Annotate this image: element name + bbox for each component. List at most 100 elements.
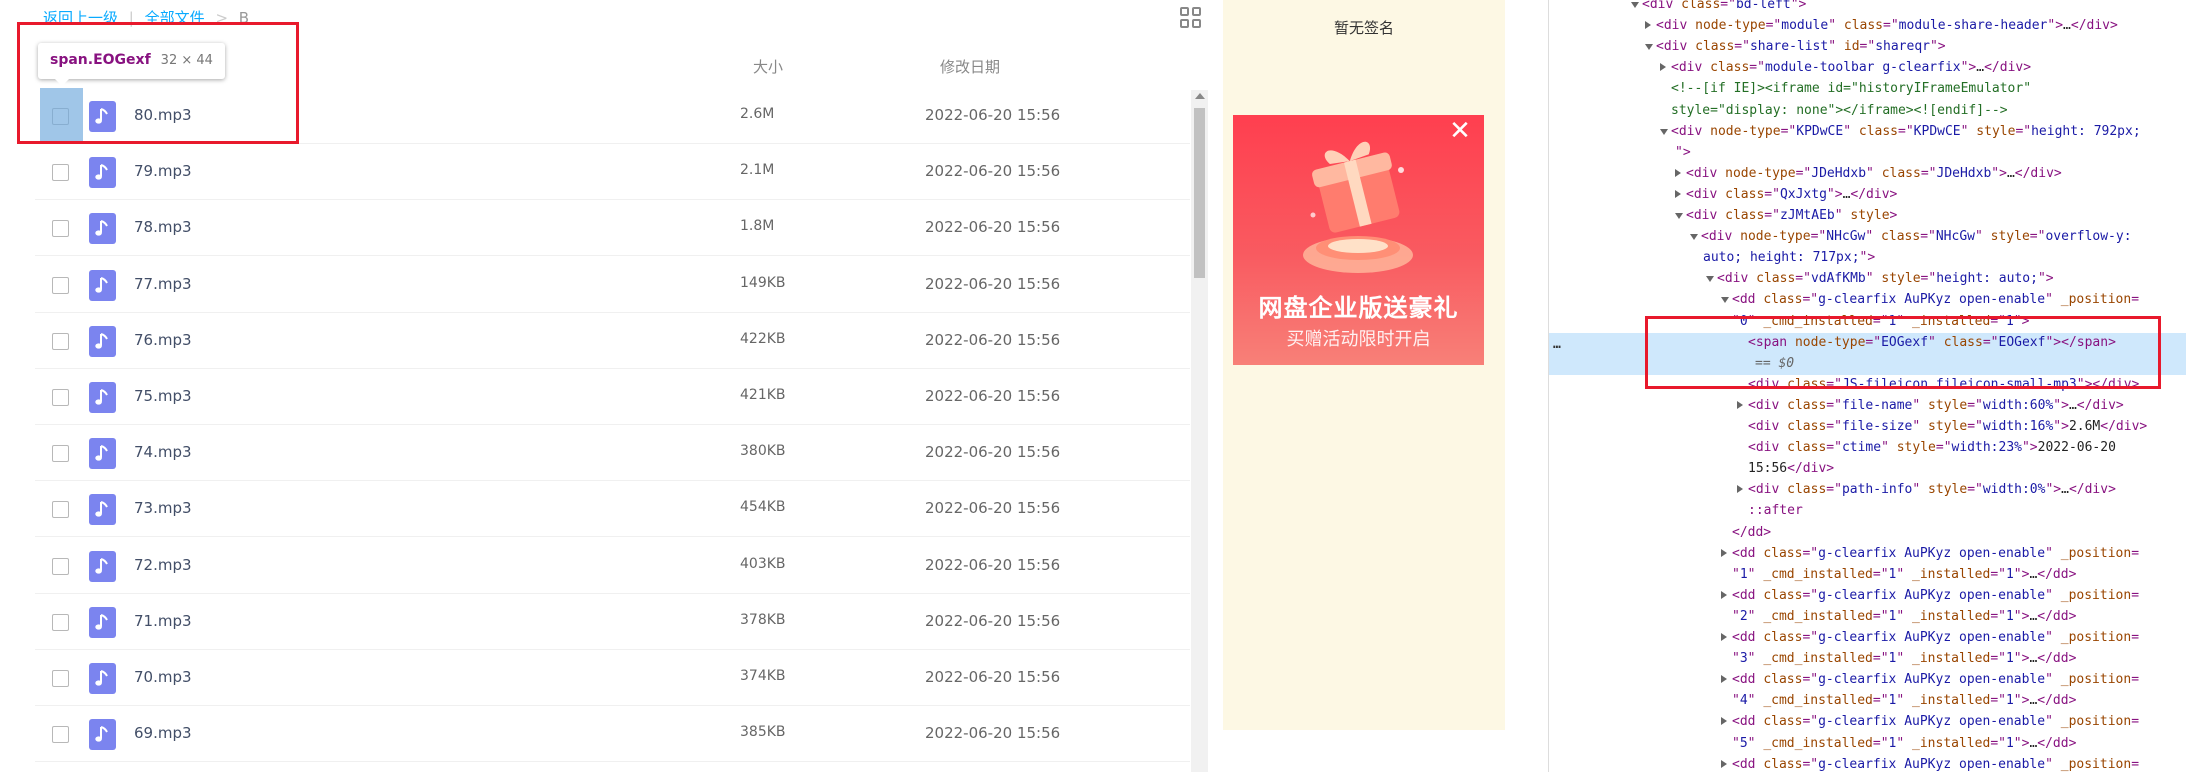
file-checkbox[interactable] [52, 726, 69, 743]
collapse-triangle-icon[interactable] [1645, 21, 1651, 29]
file-row[interactable]: 69.mp3 385KB 2022-06-20 15:56 [35, 706, 1190, 762]
collapse-triangle-icon[interactable] [1721, 675, 1727, 683]
dom-token: 2.6M [2068, 419, 2101, 434]
file-row[interactable]: 79.mp3 2.1M 2022-06-20 15:56 [35, 144, 1190, 200]
dom-node-line[interactable]: <div class="path-info" style="width:0%">… [1748, 479, 2116, 500]
dom-node-line[interactable]: "> [1675, 142, 1691, 163]
dom-node-line[interactable]: ::after [1748, 500, 1803, 521]
dom-token: share-list [1749, 39, 1829, 54]
expand-triangle-icon[interactable] [1721, 297, 1729, 303]
dom-node-line[interactable]: <div class="zJMtAEb" style> [1686, 205, 1897, 226]
file-row[interactable]: 77.mp3 149KB 2022-06-20 15:56 [35, 257, 1190, 313]
dom-node-line[interactable]: <dd class="g-clearfix AuPKyz open-enable… [1732, 543, 2139, 564]
expand-triangle-icon[interactable] [1660, 129, 1668, 135]
dom-node-line[interactable]: "3" _cmd_installed="1" _installed="1">…<… [1732, 648, 2076, 669]
dom-node-line[interactable]: "1" _cmd_installed="1" _installed="1">…<… [1732, 564, 2076, 585]
dom-token: "> [2047, 18, 2064, 33]
file-name[interactable]: 78.mp3 [134, 218, 192, 236]
file-row[interactable]: 74.mp3 380KB 2022-06-20 15:56 [35, 425, 1190, 481]
collapse-triangle-icon[interactable] [1675, 169, 1681, 177]
expand-triangle-icon[interactable] [1690, 234, 1698, 240]
collapse-triangle-icon[interactable] [1721, 633, 1727, 641]
scroll-thumb[interactable] [1194, 108, 1205, 278]
file-checkbox[interactable] [52, 558, 69, 575]
file-row[interactable]: 78.mp3 1.8M 2022-06-20 15:56 [35, 200, 1190, 256]
file-row[interactable]: 73.mp3 454KB 2022-06-20 15:56 [35, 481, 1190, 537]
dom-node-line[interactable]: <dd class="g-clearfix AuPKyz open-enable… [1732, 289, 2139, 310]
file-list-scrollbar[interactable] [1191, 90, 1208, 772]
collapse-triangle-icon[interactable] [1675, 190, 1681, 198]
file-name[interactable]: 73.mp3 [134, 499, 192, 517]
dom-node-line[interactable]: <dd class="g-clearfix AuPKyz open-enable… [1732, 669, 2139, 690]
dom-node-line[interactable]: "2" _cmd_installed="1" _installed="1">…<… [1732, 606, 2076, 627]
dom-node-line[interactable]: <div node-type="module" class="module-sh… [1656, 15, 2118, 36]
grid-view-icon[interactable] [1180, 7, 1201, 28]
file-row[interactable]: 70.mp3 374KB 2022-06-20 15:56 [35, 650, 1190, 706]
file-name[interactable]: 74.mp3 [134, 443, 192, 461]
scroll-up-arrow-icon[interactable] [1195, 93, 1205, 99]
file-row[interactable]: 72.mp3 403KB 2022-06-20 15:56 [35, 538, 1190, 594]
dom-node-line[interactable]: "5" _cmd_installed="1" _installed="1">…<… [1732, 733, 2076, 754]
file-row[interactable]: 76.mp3 422KB 2022-06-20 15:56 [35, 313, 1190, 369]
file-name[interactable]: 77.mp3 [134, 275, 192, 293]
collapse-triangle-icon[interactable] [1737, 485, 1743, 493]
collapse-triangle-icon[interactable] [1721, 591, 1727, 599]
collapse-triangle-icon[interactable] [1737, 401, 1743, 409]
dom-node-line[interactable]: style="display: none"></iframe><![endif]… [1671, 100, 2008, 121]
expand-triangle-icon[interactable] [1631, 2, 1639, 8]
file-checkbox[interactable] [52, 445, 69, 462]
dom-node-line[interactable]: <div class="ctime" style="width:23%">202… [1748, 437, 2116, 458]
collapse-triangle-icon[interactable] [1660, 63, 1666, 71]
dom-node-line[interactable]: <dd class="g-clearfix AuPKyz open-enable… [1732, 711, 2139, 732]
file-date: 2022-06-20 15:56 [925, 106, 1061, 124]
dom-node-line[interactable]: auto; height: 717px;"> [1703, 247, 1875, 268]
dom-node-line[interactable]: <div class="vdAfKMb" style="height: auto… [1717, 268, 2054, 289]
file-name[interactable]: 69.mp3 [134, 724, 192, 742]
file-name[interactable]: 72.mp3 [134, 556, 192, 574]
file-checkbox[interactable] [52, 277, 69, 294]
file-row[interactable]: 71.mp3 378KB 2022-06-20 15:56 [35, 594, 1190, 650]
expand-triangle-icon[interactable] [1675, 213, 1683, 219]
dom-node-line[interactable]: <dd class="g-clearfix AuPKyz open-enable… [1732, 627, 2139, 648]
dom-node-line[interactable]: <dd class="g-clearfix AuPKyz open-enable… [1732, 585, 2139, 606]
file-checkbox[interactable] [52, 389, 69, 406]
dom-node-line[interactable]: 15:56</div> [1748, 458, 1834, 479]
file-checkbox[interactable] [52, 670, 69, 687]
modified-column-header[interactable]: 修改日期 [940, 56, 1000, 77]
dom-token: _cmd_installed [1763, 609, 1873, 624]
dom-node-line[interactable]: <div node-type="NHcGw" class="NHcGw" sty… [1701, 226, 2132, 247]
file-checkbox[interactable] [52, 614, 69, 631]
dom-node-line[interactable]: "4" _cmd_installed="1" _installed="1">…<… [1732, 690, 2076, 711]
dom-node-line[interactable]: </dd> [1732, 522, 1771, 543]
file-name[interactable]: 76.mp3 [134, 331, 192, 349]
file-name[interactable]: 70.mp3 [134, 668, 192, 686]
collapse-triangle-icon[interactable] [1721, 760, 1727, 768]
expand-triangle-icon[interactable] [1645, 44, 1653, 50]
file-checkbox[interactable] [52, 333, 69, 350]
file-name[interactable]: 79.mp3 [134, 162, 192, 180]
dom-node-line[interactable]: <div class="file-name" style="width:60%"… [1748, 395, 2124, 416]
promo-banner[interactable]: ✕ 网盘企业版送豪礼 买赠活动限时开启 [1233, 115, 1484, 365]
file-checkbox[interactable] [52, 164, 69, 181]
dom-node-line[interactable]: <div node-type="KPDwCE" class="KPDwCE" s… [1671, 121, 2141, 142]
dom-token: =" [1872, 567, 1889, 582]
dom-token: =" [1967, 419, 1983, 434]
file-row[interactable]: 75.mp3 421KB 2022-06-20 15:56 [35, 369, 1190, 425]
dom-node-line[interactable]: <div node-type="JDeHdxb" class="JDeHdxb"… [1686, 163, 2062, 184]
dom-node-line[interactable]: <div class="module-toolbar g-clearfix">…… [1671, 57, 2031, 78]
file-checkbox[interactable] [52, 501, 69, 518]
size-column-header[interactable]: 大小 [753, 56, 783, 77]
dom-node-line[interactable]: <div class="share-list" id="shareqr"> [1656, 36, 1946, 57]
node-actions-ellipsis[interactable]: … [1553, 334, 1562, 355]
dom-node-line[interactable]: <div class="QxJxtg">…</div> [1686, 184, 1897, 205]
dom-node-line[interactable]: <!--[if IE]><iframe id="historyIFrameEmu… [1671, 78, 2031, 99]
file-name[interactable]: 75.mp3 [134, 387, 192, 405]
dom-node-line[interactable]: <div class="file-size" style="width:16%"… [1748, 416, 2147, 437]
collapse-triangle-icon[interactable] [1721, 717, 1727, 725]
file-name[interactable]: 71.mp3 [134, 612, 192, 630]
close-icon[interactable]: ✕ [1448, 118, 1472, 144]
dom-node-line[interactable]: <div class="bd-left"> [1642, 0, 1806, 15]
file-checkbox[interactable] [52, 220, 69, 237]
expand-triangle-icon[interactable] [1706, 276, 1714, 282]
collapse-triangle-icon[interactable] [1721, 549, 1727, 557]
